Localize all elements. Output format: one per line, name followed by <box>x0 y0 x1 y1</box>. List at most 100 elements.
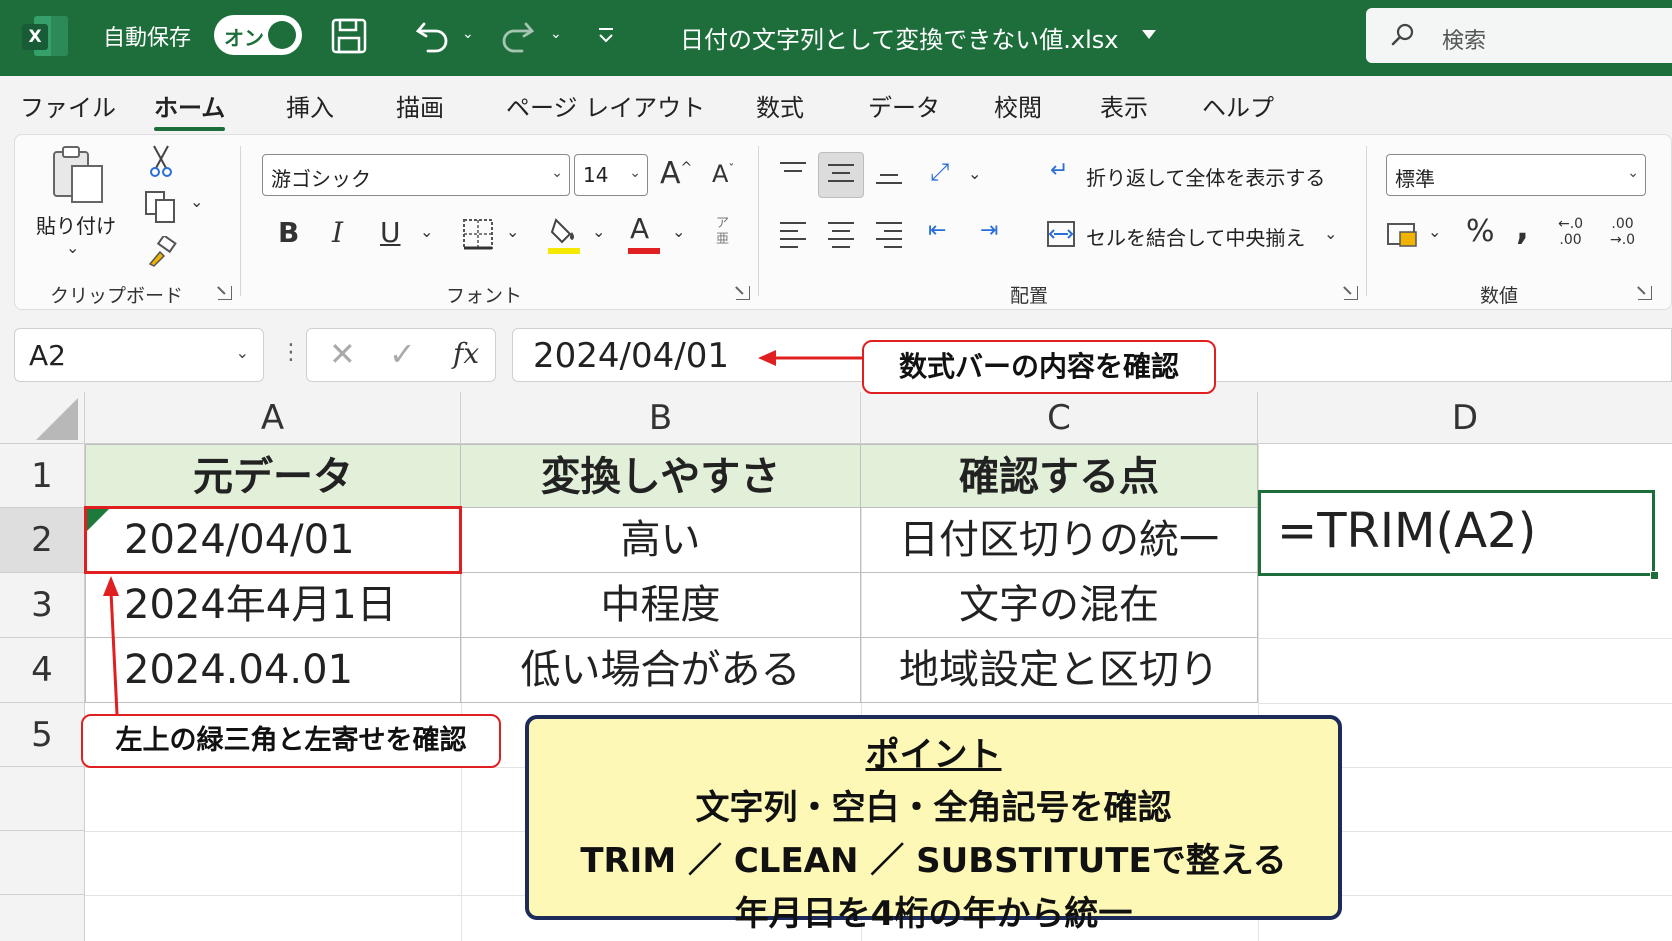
redo-dropdown-icon[interactable]: ⌄ <box>550 26 562 42</box>
cancel-icon[interactable]: ✕ <box>329 335 356 373</box>
decrease-font-size-icon[interactable]: Aˇ <box>712 160 734 188</box>
borders-dropdown-icon[interactable]: ⌄ <box>506 222 519 241</box>
italic-icon[interactable]: I <box>332 216 343 249</box>
name-box[interactable]: A2 ⌄ <box>14 328 264 382</box>
column-header-b[interactable]: B <box>461 392 861 444</box>
chevron-down-icon: ⌄ <box>551 165 563 181</box>
row-header-4[interactable]: 4 <box>0 638 85 703</box>
gridline <box>1258 703 1672 704</box>
font-size-select[interactable]: 14 ⌄ <box>574 154 648 196</box>
align-center-icon[interactable] <box>828 222 854 254</box>
accounting-format-icon[interactable] <box>1386 220 1420 250</box>
borders-icon[interactable] <box>462 218 494 250</box>
accounting-dropdown-icon[interactable]: ⌄ <box>1428 222 1441 241</box>
phonetic-guide-icon[interactable]: ア亜 <box>716 216 729 248</box>
underline-icon[interactable]: U <box>380 216 401 249</box>
redo-icon[interactable] <box>498 16 536 54</box>
cell-b4[interactable]: 低い場合がある <box>461 638 861 703</box>
align-right-icon[interactable] <box>876 222 902 254</box>
decrease-decimal-icon[interactable]: .00 →.0 <box>1610 216 1635 248</box>
cell-a3[interactable]: 2024年4月1日 <box>85 573 461 638</box>
font-launcher-icon[interactable] <box>736 286 750 300</box>
comma-style-icon[interactable]: , <box>1516 208 1529 248</box>
cell-c3[interactable]: 文字の混在 <box>861 573 1258 638</box>
merge-dropdown-icon[interactable]: ⌄ <box>1324 224 1337 243</box>
save-icon[interactable] <box>330 17 368 55</box>
tab-data[interactable]: データ <box>868 88 940 123</box>
undo-dropdown-icon[interactable]: ⌄ <box>462 26 474 42</box>
cell-b2[interactable]: 高い <box>461 508 861 573</box>
column-header-a[interactable]: A <box>85 392 461 444</box>
font-name-select[interactable]: 游ゴシック ⌄ <box>262 154 570 196</box>
filename-dropdown-icon[interactable] <box>1140 28 1158 42</box>
column-header-d[interactable]: D <box>1258 392 1672 444</box>
cell-a4[interactable]: 2024.04.01 <box>85 638 461 703</box>
tab-review[interactable]: 校閲 <box>994 88 1042 123</box>
decrease-indent-icon[interactable]: ⇤ <box>928 218 946 243</box>
orientation-dropdown-icon[interactable]: ⌄ <box>968 164 981 183</box>
tab-home[interactable]: ホーム <box>154 88 226 131</box>
paste-label[interactable]: 貼り付け <box>36 210 116 239</box>
row-header-6[interactable] <box>0 767 85 831</box>
tab-draw[interactable]: 描画 <box>396 88 444 123</box>
wrap-text-button[interactable]: 折り返して全体を表示する <box>1086 162 1325 191</box>
align-top-icon[interactable] <box>780 162 806 178</box>
underline-dropdown-icon[interactable]: ⌄ <box>420 222 433 241</box>
tab-help[interactable]: ヘルプ <box>1202 88 1274 123</box>
cell-c1[interactable]: 確認する点 <box>861 444 1258 508</box>
select-all-button[interactable] <box>0 392 85 444</box>
align-left-icon[interactable] <box>780 222 806 254</box>
paste-icon[interactable] <box>50 144 106 204</box>
merge-center-button[interactable]: セルを結合して中央揃え <box>1086 222 1305 251</box>
autosave-toggle[interactable]: オン <box>214 15 302 55</box>
formula-buttons: ✕ ✓ fx <box>306 328 496 382</box>
row-header-7[interactable] <box>0 831 85 895</box>
row-header-3[interactable]: 3 <box>0 573 85 638</box>
number-format-select[interactable]: 標準 ⌄ <box>1386 154 1646 196</box>
more-options-icon[interactable]: ⋮ <box>280 340 302 365</box>
tab-view[interactable]: 表示 <box>1100 88 1148 123</box>
enter-icon[interactable]: ✓ <box>389 335 416 373</box>
tab-page-layout[interactable]: ページ レイアウト <box>506 88 705 123</box>
copy-dropdown-icon[interactable]: ⌄ <box>190 192 203 211</box>
customize-toolbar-icon[interactable] <box>596 26 616 46</box>
row-header-8[interactable] <box>0 895 85 941</box>
percent-icon[interactable]: % <box>1466 214 1495 249</box>
row-header-2[interactable]: 2 <box>0 508 85 573</box>
fill-color-icon[interactable] <box>548 214 582 252</box>
bold-icon[interactable]: B <box>278 216 299 249</box>
orientation-icon[interactable]: ⤢ <box>930 158 949 186</box>
copy-icon[interactable] <box>144 190 178 224</box>
column-header-c[interactable]: C <box>861 392 1258 444</box>
cell-a1[interactable]: 元データ <box>85 444 461 508</box>
format-painter-icon[interactable] <box>146 236 178 268</box>
increase-decimal-icon[interactable]: ←.0.00 <box>1558 216 1583 248</box>
align-bottom-icon[interactable] <box>876 174 902 190</box>
row-header-5[interactable]: 5 <box>0 703 85 767</box>
cell-c2[interactable]: 日付区切りの統一 <box>861 508 1258 573</box>
increase-indent-icon[interactable]: ⇥ <box>980 218 998 243</box>
paste-dropdown-icon[interactable]: ⌄ <box>66 238 79 257</box>
wrap-text-icon[interactable]: ↵ <box>1050 158 1068 183</box>
tab-file[interactable]: ファイル <box>20 88 116 123</box>
insert-function-icon[interactable]: fx <box>453 337 479 370</box>
tab-formulas[interactable]: 数式 <box>756 88 804 123</box>
cell-b1[interactable]: 変換しやすさ <box>461 444 861 508</box>
cut-icon[interactable] <box>148 144 174 178</box>
increase-font-size-icon[interactable]: A^ <box>660 156 692 191</box>
merge-center-icon[interactable] <box>1046 220 1076 248</box>
clipboard-launcher-icon[interactable] <box>218 286 232 300</box>
row-header-1[interactable]: 1 <box>0 444 85 508</box>
cell-b3[interactable]: 中程度 <box>461 573 861 638</box>
number-launcher-icon[interactable] <box>1638 286 1652 300</box>
undo-icon[interactable] <box>414 16 452 54</box>
fill-color-dropdown-icon[interactable]: ⌄ <box>592 222 605 241</box>
cell-c4[interactable]: 地域設定と区切り <box>861 638 1258 703</box>
tab-insert[interactable]: 挿入 <box>286 88 334 123</box>
font-color-dropdown-icon[interactable]: ⌄ <box>672 222 685 241</box>
alignment-launcher-icon[interactable] <box>1344 286 1358 300</box>
cell-d2[interactable]: =TRIM(A2) <box>1258 490 1655 576</box>
fill-handle[interactable] <box>1650 571 1659 580</box>
font-color-icon[interactable]: A <box>630 212 649 245</box>
search-box[interactable]: 検索 <box>1366 8 1672 63</box>
